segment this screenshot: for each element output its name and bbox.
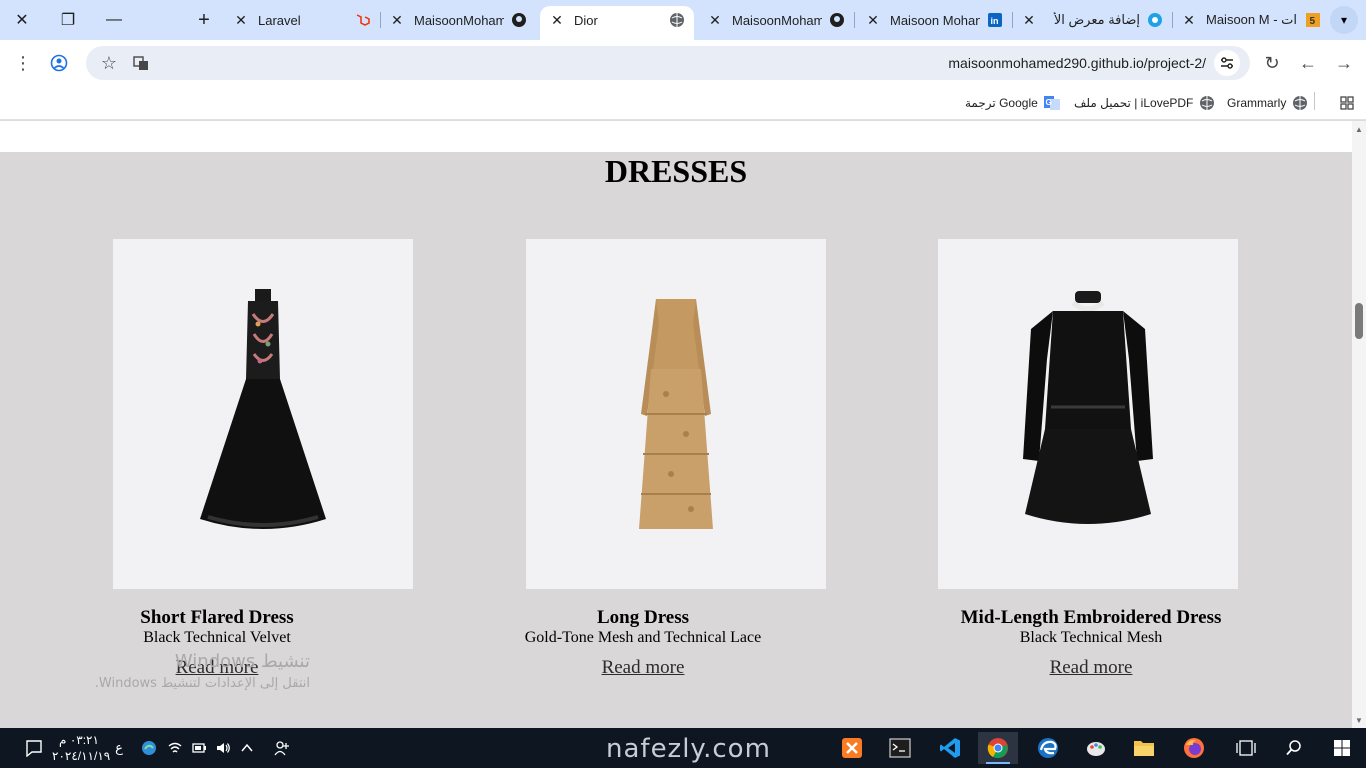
tab-close-icon[interactable]: ✕ xyxy=(706,12,724,29)
product-description: Gold-Tone Mesh and Technical Lace xyxy=(524,629,762,646)
tab-close-icon[interactable]: ✕ xyxy=(232,12,250,29)
apps-grid-icon[interactable] xyxy=(1332,88,1362,118)
nafezly-brand-logo: nafezly.com xyxy=(606,734,771,764)
menu-kebab-icon[interactable]: ⋮ xyxy=(8,48,38,78)
window-minimize-icon[interactable]: — xyxy=(94,4,134,36)
tab-dior[interactable]: ✕ Dior xyxy=(540,6,694,40)
product-name: Mid-Length Embroidered Dress xyxy=(960,607,1222,628)
vscode-app-icon[interactable] xyxy=(930,732,970,764)
windows-activation-watermark: تنشيط Windows انتقل إلى الإعدادات لتنشيط… xyxy=(94,651,310,691)
globe-icon xyxy=(1292,95,1308,111)
forward-arrow-icon[interactable]: → xyxy=(1329,48,1359,78)
product-image-long-dress[interactable] xyxy=(526,239,826,589)
svg-text:G: G xyxy=(1045,98,1051,107)
windows-taskbar: ٠٣:٢١ م ٢٠٢٤/١١/١٩ ع nafezly.com xyxy=(0,728,1366,768)
reload-icon[interactable]: ↻ xyxy=(1257,48,1287,78)
paint-app-icon[interactable] xyxy=(1076,732,1116,764)
product-description: Black Technical Velvet xyxy=(143,629,291,646)
section-title: DRESSES xyxy=(604,153,748,189)
file-explorer-icon[interactable] xyxy=(1124,732,1164,764)
product-card-long-dress: Long Dress Gold-Tone Mesh and Technical … xyxy=(473,607,813,679)
bookmark-google-translate[interactable]: ترجمة Google G xyxy=(965,93,1060,113)
svg-text:5: 5 xyxy=(1310,16,1316,27)
tab-github-2[interactable]: ✕ MaisoonMoham xyxy=(706,6,846,34)
firefox-app-icon[interactable] xyxy=(1174,732,1214,764)
scrollbar-thumb[interactable] xyxy=(1355,303,1363,339)
tab-close-icon[interactable]: ✕ xyxy=(1180,12,1198,29)
product-image-mid-length-embroidered-dress[interactable] xyxy=(938,239,1238,589)
scroll-down-arrow-icon[interactable]: ▼ xyxy=(1354,716,1364,726)
tab-portfolio-add[interactable]: ✕ إضافة معرض الأ xyxy=(1020,6,1164,34)
windows-start-icon[interactable] xyxy=(1322,732,1362,764)
terminal-app-icon[interactable] xyxy=(880,732,920,764)
scroll-up-arrow-icon[interactable]: ▲ xyxy=(1354,125,1364,135)
product-image-short-flared-dress[interactable] xyxy=(113,239,413,589)
globe-icon xyxy=(668,11,686,29)
url-text[interactable]: maisoonmohamed290.github.io/project-2/ xyxy=(948,55,1206,71)
tab-github-1[interactable]: ✕ MaisoonMoham xyxy=(388,6,528,34)
tab-linkedin[interactable]: ✕ Maisoon Mohan in xyxy=(864,6,1004,34)
circle-app-icon xyxy=(1146,11,1164,29)
edge-app-icon[interactable] xyxy=(1028,732,1068,764)
window-close-icon[interactable]: ✕ xyxy=(2,4,42,36)
taskbar-clock[interactable]: ٠٣:٢١ م ٢٠٢٤/١١/١٩ xyxy=(52,732,110,764)
svg-text:in: in xyxy=(991,16,999,26)
tab-html5[interactable]: ✕ Maisoon M - ات 5 xyxy=(1180,6,1322,34)
new-tab-button[interactable]: + xyxy=(190,6,218,34)
bookmark-grammarly[interactable]: Grammarly xyxy=(1227,93,1308,113)
html5-icon: 5 xyxy=(1304,11,1322,29)
tab-strip: ✕ ❐ — + ✕ Laravel ✕ MaisoonMoham ✕ Dior … xyxy=(0,0,1366,40)
globe-icon xyxy=(1199,95,1215,111)
product-card-mid-length-embroidered-dress: Mid-Length Embroidered Dress Black Techn… xyxy=(921,607,1261,679)
chrome-app-icon[interactable] xyxy=(978,732,1018,764)
page-scrollbar[interactable]: ▲ ▼ xyxy=(1352,121,1366,728)
task-view-icon[interactable] xyxy=(1226,732,1266,764)
translate-page-icon[interactable] xyxy=(126,48,156,78)
tab-search-chevron-down-icon[interactable]: ▾ xyxy=(1330,6,1358,34)
browser-toolbar: ⋮ ☆ maisoonmohamed290.github.io/project-… xyxy=(0,40,1366,86)
read-more-link[interactable]: Read more xyxy=(602,657,685,679)
product-name: Short Flared Dress xyxy=(140,607,294,628)
tab-close-icon[interactable]: ✕ xyxy=(548,12,566,29)
back-arrow-icon[interactable]: ← xyxy=(1293,48,1323,78)
read-more-link[interactable]: Read more xyxy=(1050,657,1133,679)
google-translate-icon: G xyxy=(1043,95,1060,111)
search-icon[interactable] xyxy=(1274,732,1314,764)
xampp-app-icon[interactable] xyxy=(832,732,872,764)
product-description: Black Technical Mesh xyxy=(1019,629,1163,646)
tab-laravel[interactable]: ✕ Laravel xyxy=(232,6,372,34)
tab-close-icon[interactable]: ✕ xyxy=(1020,12,1038,29)
bookmark-ilovepdf[interactable]: تحميل ملف | iLovePDF xyxy=(1074,93,1215,113)
page-content: DRESSES Short Flared Dress Black Technic… xyxy=(0,121,1352,728)
product-name: Long Dress xyxy=(596,607,690,628)
github-icon xyxy=(828,11,846,29)
tab-close-icon[interactable]: ✕ xyxy=(864,12,882,29)
input-language-indicator[interactable]: ع xyxy=(104,732,134,764)
bookmark-star-icon[interactable]: ☆ xyxy=(94,48,124,78)
window-restore-icon[interactable]: ❐ xyxy=(48,4,88,36)
profile-avatar-icon[interactable] xyxy=(44,48,74,78)
tab-close-icon[interactable]: ✕ xyxy=(388,12,406,29)
address-bar[interactable]: ☆ maisoonmohamed290.github.io/project-2/ xyxy=(86,46,1250,80)
bookmarks-bar: ترجمة Google G تحميل ملف | iLovePDF Gram… xyxy=(0,86,1366,120)
github-icon xyxy=(510,11,528,29)
site-settings-tune-icon[interactable] xyxy=(1214,50,1240,76)
laravel-icon xyxy=(354,11,372,29)
tray-chevron-up-icon[interactable] xyxy=(232,732,262,764)
linkedin-icon: in xyxy=(986,11,1004,29)
people-icon[interactable] xyxy=(264,732,300,764)
notifications-icon[interactable] xyxy=(14,732,54,764)
